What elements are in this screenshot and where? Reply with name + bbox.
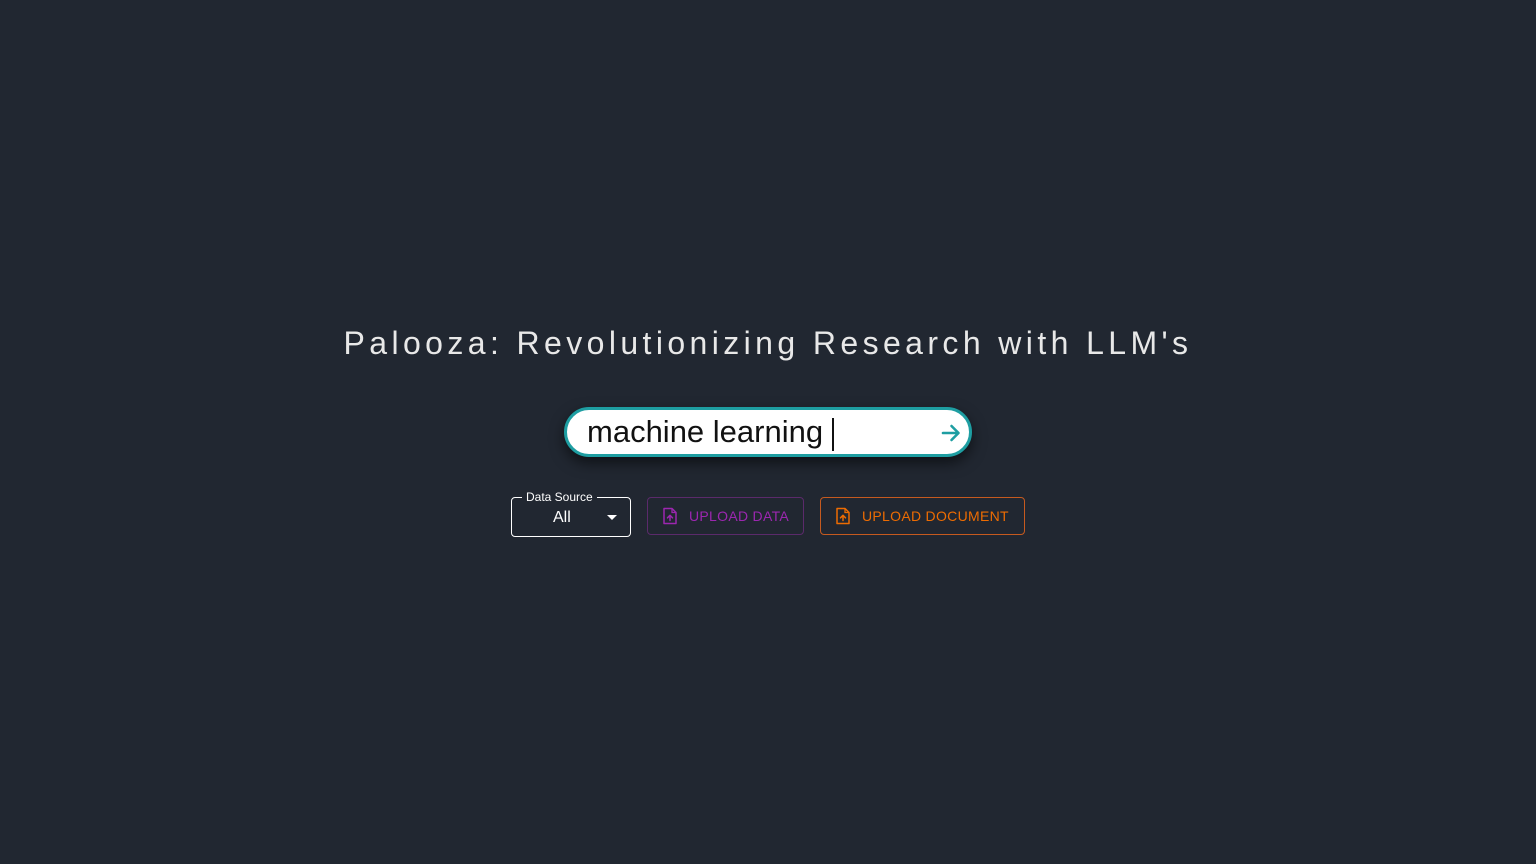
file-upload-icon: [663, 507, 677, 525]
data-source-select[interactable]: Data Source All: [511, 489, 631, 537]
arrow-right-icon: [941, 424, 960, 442]
search-box[interactable]: [564, 407, 972, 457]
upload-data-label: UPLOAD DATA: [689, 508, 790, 524]
search-submit-button[interactable]: [939, 421, 963, 445]
text-caret: [832, 418, 834, 451]
upload-document-button[interactable]: UPLOAD DOCUMENT: [820, 497, 1025, 535]
upload-document-label: UPLOAD DOCUMENT: [862, 508, 1009, 524]
controls-row: Data Source All UPLOAD DATA UPLOAD DOCUM…: [0, 489, 1536, 537]
upload-data-button[interactable]: UPLOAD DATA: [647, 497, 804, 535]
data-source-value: All: [553, 509, 571, 526]
caret-down-icon: [607, 515, 617, 520]
page-title: Palooza: Revolutionizing Research with L…: [343, 325, 1193, 361]
page: Palooza: Revolutionizing Research with L…: [0, 0, 1536, 864]
data-source-label: Data Source: [522, 489, 597, 505]
search-input[interactable]: [587, 414, 927, 450]
file-upload-icon: [836, 507, 850, 525]
